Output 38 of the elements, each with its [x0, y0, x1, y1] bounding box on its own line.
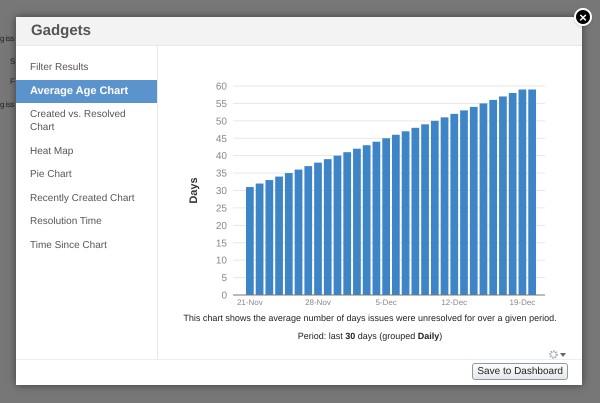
sidebar-item[interactable]: Heat Map — [16, 140, 157, 163]
y-tick-label: 50 — [216, 116, 227, 128]
sidebar-item[interactable]: Filter Results — [16, 56, 157, 80]
y-tick-label: 40 — [216, 152, 227, 162]
y-tick-label: 25 — [216, 204, 227, 215]
y-tick-label: 20 — [216, 221, 227, 232]
y-axis-label: Days — [188, 178, 200, 204]
background-text: g iss — [0, 33, 15, 45]
background-text: S — [9, 56, 15, 68]
y-tick-label: 35 — [216, 168, 227, 180]
sidebar-item[interactable]: Time Since Chart — [16, 234, 157, 257]
background-text: g iss — [0, 99, 15, 111]
sidebar-item[interactable]: Pie Chart — [16, 163, 157, 186]
y-tick-label: 10 — [216, 256, 227, 267]
y-tick-label: 55 — [216, 99, 227, 110]
x-tick-label: 21-Nov — [236, 298, 263, 308]
save-to-dashboard-button[interactable]: Save to Dashboard — [472, 363, 568, 380]
y-tick-label: 5 — [221, 273, 227, 284]
chart-description: This chart shows the average number of days issues were unresolved for over a given period. — [183, 312, 557, 326]
background-text: F — [9, 76, 15, 88]
y-tick-label: 45 — [216, 134, 227, 146]
y-tick-label: 60 — [216, 82, 227, 93]
y-tick-label: 30 — [216, 186, 227, 198]
x-tick-label: 28-Nov — [305, 298, 331, 308]
sidebar-item[interactable]: Resolution Time — [16, 210, 157, 234]
x-tick-label: 19-Dec — [510, 298, 536, 308]
x-tick-label: 12-Dec — [441, 298, 468, 308]
period-text: Period: last 30 days (grouped Daily) — [298, 330, 442, 343]
y-tick-label: 15 — [216, 238, 227, 250]
gear-menu-button[interactable] — [549, 350, 566, 360]
gear-icon — [549, 350, 558, 360]
sidebar-item[interactable]: Recently Created Chart — [16, 186, 157, 210]
close-button[interactable]: × — [574, 8, 592, 26]
y-tick-label: 0 — [221, 290, 227, 302]
x-tick-label: 5-Dec — [375, 298, 397, 308]
sidebar-item[interactable]: Created vs. Resolved Chart — [16, 103, 157, 140]
caret-icon — [560, 352, 566, 357]
dialog-title: Gadgets — [31, 20, 92, 41]
